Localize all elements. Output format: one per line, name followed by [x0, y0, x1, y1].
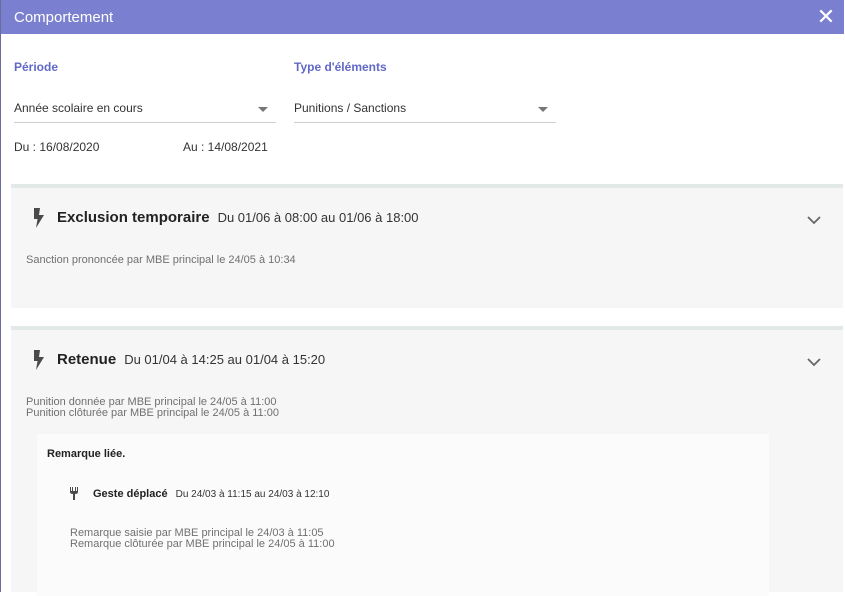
title-bar: Comportement ✕ [1, 0, 844, 34]
window-title: Comportement [14, 8, 114, 26]
linked-remark: Remarque liée. Geste déplacé Du 24/03 à … [37, 434, 769, 596]
item-dates: Du 01/04 à 14:25 au 01/04 à 15:20 [124, 352, 326, 367]
date-to: Au : 14/08/2021 [183, 140, 268, 154]
item-dates: Du 01/06 à 08:00 au 01/06 à 18:00 [217, 210, 419, 225]
type-select-value: Punitions / Sanctions [294, 101, 407, 115]
periode-select-value: Année scolaire en cours [14, 101, 143, 115]
date-from: Du : 16/08/2020 [14, 140, 100, 154]
item-header: Retenue Du 01/04 à 14:25 au 01/04 à 15:2… [57, 351, 325, 368]
lightning-bolt-icon [34, 208, 44, 228]
filters-panel: Période Type d'éléments Année scolaire e… [1, 34, 844, 184]
item-detail: Sanction prononcée par MBE principal le … [26, 254, 296, 266]
item-title: Retenue [57, 351, 117, 368]
type-label: Type d'éléments [294, 60, 387, 74]
remark-detail: Remarque clôturée par MBE principal le 2… [70, 538, 335, 550]
remark-title: Geste déplacé [93, 488, 168, 500]
lightning-bolt-icon [34, 350, 44, 370]
periode-label: Période [14, 60, 59, 74]
fork-icon [70, 487, 78, 500]
item-detail: Punition clôturée par MBE principal le 2… [26, 407, 279, 419]
divider [11, 308, 843, 326]
periode-select[interactable]: Année scolaire en cours [14, 101, 276, 123]
sanctions-list: Exclusion temporaire Du 01/06 à 08:00 au… [11, 184, 843, 596]
close-icon[interactable]: ✕ [812, 6, 840, 28]
chevron-down-icon[interactable] [807, 358, 821, 367]
chevron-down-icon [258, 107, 268, 112]
item-header: Exclusion temporaire Du 01/06 à 08:00 au… [57, 209, 419, 226]
list-item[interactable]: Retenue Du 01/04 à 14:25 au 01/04 à 15:2… [11, 326, 843, 596]
chevron-down-icon [538, 107, 548, 112]
type-select[interactable]: Punitions / Sanctions [294, 101, 556, 123]
remark-label: Remarque liée. [47, 448, 126, 460]
item-title: Exclusion temporaire [57, 209, 210, 226]
list-item[interactable]: Exclusion temporaire Du 01/06 à 08:00 au… [11, 184, 843, 308]
chevron-down-icon[interactable] [807, 216, 821, 225]
remark-dates: Du 24/03 à 11:15 au 24/03 à 12:10 [175, 489, 330, 500]
comportement-window: Comportement ✕ Période Type d'éléments A… [0, 0, 844, 596]
remark-header: Geste déplacé Du 24/03 à 11:15 au 24/03 … [93, 488, 329, 500]
